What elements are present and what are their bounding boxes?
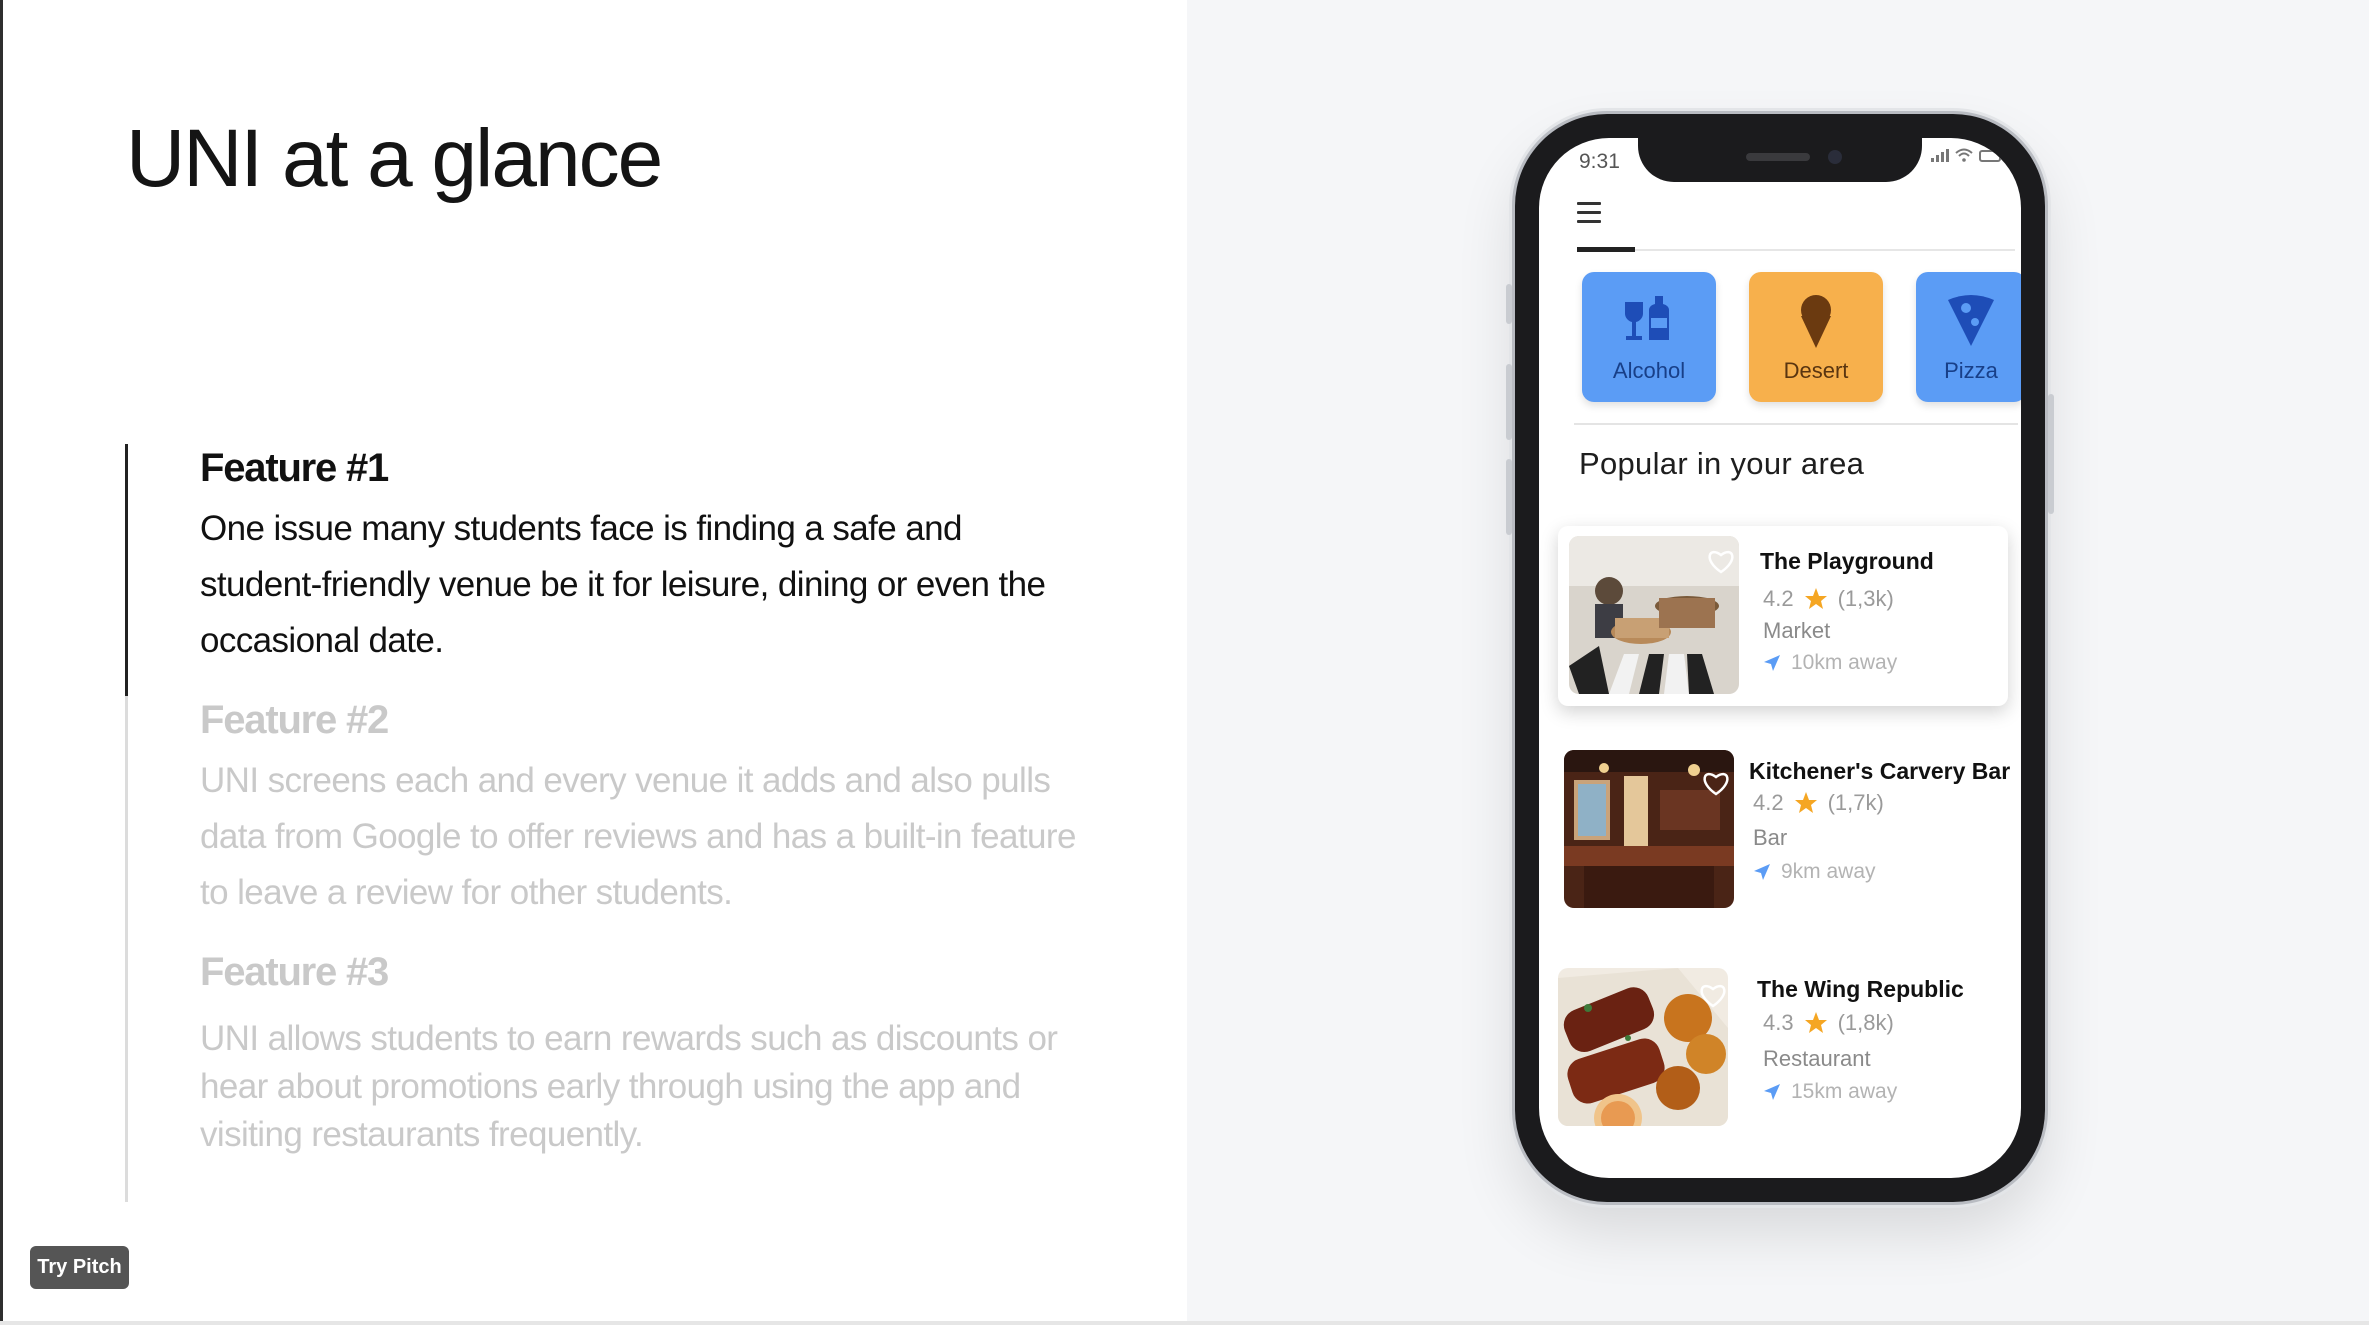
category-desert[interactable]: Desert [1749, 272, 1883, 402]
feature-2[interactable]: Feature #2 UNI screens each and every ve… [200, 698, 1080, 921]
star-icon [1804, 1012, 1827, 1033]
section-divider [1574, 423, 2018, 425]
review-count: (1,8k) [1837, 1010, 1894, 1035]
venue-distance: 9km away [1753, 860, 1876, 884]
feature-3[interactable]: Feature #3 UNI allows students to earn r… [200, 950, 1080, 1159]
feature-2-body: UNI screens each and every venue it adds… [200, 761, 1076, 912]
feature-3-title: Feature #3 [200, 950, 389, 994]
category-pizza-label: Pizza [1944, 358, 1998, 383]
phone-notch [1638, 138, 1922, 182]
phone-mute-switch [1506, 284, 1512, 324]
heart-icon[interactable] [1702, 770, 1730, 796]
feature-1-title: Feature #1 [200, 446, 389, 490]
slide-left-edge [0, 0, 3, 1325]
venue-rating: 4.2 (1,7k) [1753, 790, 1884, 816]
heart-icon[interactable] [1699, 982, 1727, 1008]
status-time: 9:31 [1579, 150, 1620, 173]
venue-card-the-wing-republic[interactable]: The Wing Republic 4.3 (1,8k) Restaurant … [1539, 968, 2021, 1148]
category-desert-label: Desert [1783, 358, 1849, 383]
venue-distance: 10km away [1763, 651, 1897, 675]
front-camera [1828, 150, 1842, 164]
venue-type: Restaurant [1763, 1046, 1871, 1071]
slide-bottom-edge [0, 1321, 2369, 1325]
rating-value: 4.2 [1763, 586, 1794, 611]
venue-distance: 15km away [1763, 1080, 1897, 1104]
category-alcohol-label: Alcohol [1612, 358, 1686, 383]
review-count: (1,3k) [1837, 586, 1894, 611]
phone-power-button [2048, 394, 2054, 514]
tab-active-indicator [1577, 247, 1635, 252]
distance-text: 15km away [1791, 1080, 1898, 1103]
try-pitch-button[interactable]: Try Pitch [30, 1246, 129, 1289]
hamburger-menu-icon[interactable] [1577, 202, 1601, 224]
ice-cream-icon [1801, 295, 1831, 348]
venue-type: Bar [1753, 825, 1788, 850]
signal-icon [1931, 149, 1949, 162]
phone-mockup: 9:31 Alcohol Desert Pizza Popular in you… [1506, 114, 2054, 1202]
location-arrow-icon [1764, 1084, 1780, 1100]
pizza-icon [1948, 295, 1994, 346]
phone-volume-up-button [1506, 364, 1512, 440]
venue-name: The Wing Republic [1757, 976, 1964, 1002]
bottle-glass-icon [1625, 296, 1670, 340]
star-icon [1794, 792, 1817, 813]
wifi-icon [1955, 148, 1973, 162]
phone-screen: 9:31 Alcohol Desert Pizza Popular in you… [1539, 138, 2021, 1178]
venue-type: Market [1763, 618, 1831, 643]
distance-text: 10km away [1791, 651, 1898, 674]
status-icons [1931, 148, 2001, 162]
popular-section-title: Popular in your area [1579, 446, 1865, 481]
feature-1-body: One issue many students face is finding … [200, 509, 1046, 660]
venue-name: The Playground [1760, 548, 1934, 574]
feature-progress-indicator [125, 444, 128, 696]
feature-3-body: UNI allows students to earn rewards such… [200, 1019, 1058, 1154]
category-pizza[interactable]: Pizza [1916, 272, 2021, 402]
venue-name: Kitchener's Carvery Bar [1749, 758, 2011, 784]
distance-text: 9km away [1781, 860, 1876, 883]
feature-1[interactable]: Feature #1 One issue many students face … [200, 446, 1080, 669]
location-arrow-icon [1764, 655, 1780, 671]
location-arrow-icon [1754, 864, 1770, 880]
venue-rating: 4.3 (1,8k) [1763, 1010, 1894, 1036]
speaker-grille [1746, 153, 1810, 161]
heart-icon[interactable] [1707, 548, 1735, 574]
category-alcohol[interactable]: Alcohol [1582, 272, 1716, 402]
venue-card-the-playground[interactable]: The Playground 4.2 (1,3k) Market 10km aw… [1539, 526, 2021, 706]
slide-title: UNI at a glance [126, 113, 663, 204]
rating-value: 4.3 [1763, 1010, 1794, 1035]
battery-icon [1979, 150, 2001, 162]
review-count: (1,7k) [1827, 790, 1884, 815]
tab-underline [1577, 249, 2015, 251]
feature-2-title: Feature #2 [200, 698, 389, 742]
phone-volume-down-button [1506, 459, 1512, 535]
venue-rating: 4.2 (1,3k) [1763, 586, 1894, 612]
star-icon [1804, 588, 1827, 609]
venue-card-kitcheners-carvery-bar[interactable]: Kitchener's Carvery Bar 4.2 (1,7k) Bar 9… [1539, 750, 2021, 930]
rating-value: 4.2 [1753, 790, 1784, 815]
